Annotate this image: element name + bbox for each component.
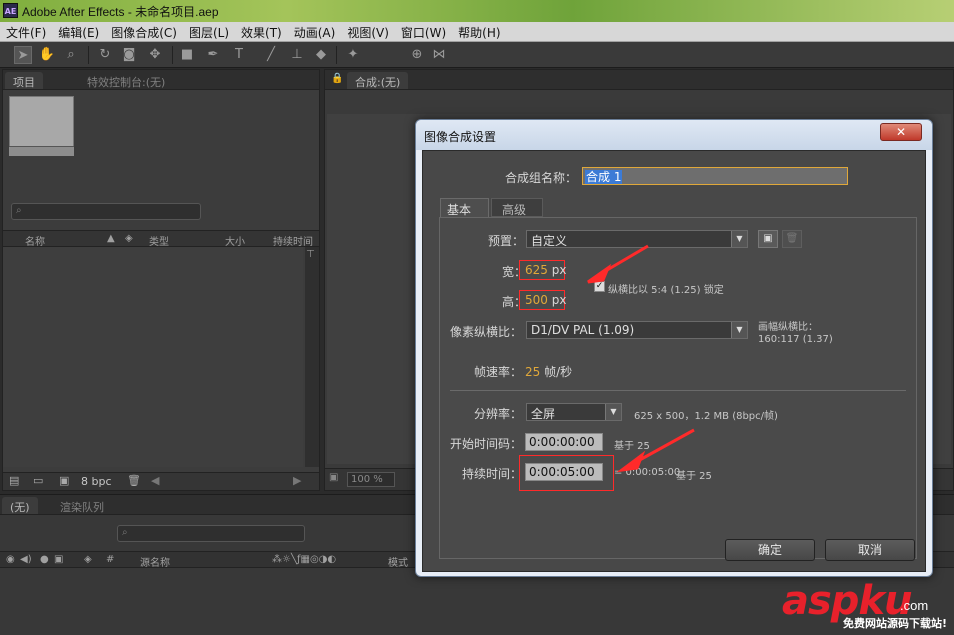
menu-animation[interactable]: 动画(A): [288, 22, 342, 41]
axis-icon[interactable]: ⊕: [408, 46, 426, 64]
dialog-titlebar: 图像合成设置 ✕: [416, 120, 932, 150]
comp-name-value: 合成 1: [585, 170, 623, 184]
puppet-icon[interactable]: ✦: [344, 46, 362, 64]
project-tabbar: 项目 特效控制台:(无): [3, 70, 319, 90]
switches-icons[interactable]: ⁂☼╲ƒ▦◎◑◐: [272, 554, 336, 565]
column-size[interactable]: 大小: [225, 233, 245, 248]
search-icon: ⌕: [122, 527, 128, 538]
pan-behind-icon[interactable]: ✥: [146, 46, 164, 64]
new-folder-icon[interactable]: ▭: [33, 474, 43, 487]
always-preview-icon[interactable]: ▣: [329, 472, 338, 483]
stamp-icon[interactable]: ⊥: [288, 46, 306, 64]
scroll-right-icon[interactable]: ▶: [293, 474, 301, 487]
sort-up-icon[interactable]: ▲: [107, 233, 115, 244]
search-icon: ⌕: [16, 205, 22, 216]
column-type[interactable]: 类型: [149, 233, 169, 248]
tab-advanced[interactable]: 高级: [491, 198, 543, 217]
menu-help[interactable]: 帮助(H): [452, 22, 506, 41]
project-column-header: 名称 ▲ ◈ 类型 大小 持续时间: [3, 230, 319, 248]
window-titlebar: AE Adobe After Effects - 未命名项目.aep: [0, 0, 954, 22]
timeline-search-input[interactable]: ⌕: [117, 525, 305, 542]
toolbar-divider: [88, 46, 89, 64]
solo-icon[interactable]: ●: [40, 554, 49, 565]
zoom-select[interactable]: 100 %: [347, 472, 395, 487]
project-panel: 项目 特效控制台:(无) ⌕ 名称 ▲ ◈ 类型 大小 持续时间 ⊤ ▤ ▭ ▣…: [2, 69, 320, 491]
comp-name-label: 合成组名称：: [505, 171, 578, 185]
layer-number-column: #: [106, 554, 115, 565]
mode-column[interactable]: 模式: [388, 554, 408, 569]
pen-icon[interactable]: ✒: [204, 46, 222, 64]
snap-icon[interactable]: ⋈: [430, 46, 448, 64]
menu-window[interactable]: 窗口(W): [395, 22, 452, 41]
column-name[interactable]: 名称: [25, 233, 45, 248]
rect-mask-icon[interactable]: ■: [178, 46, 196, 64]
arrow-to-duration: [635, 428, 695, 464]
rotate-icon[interactable]: ↻: [96, 46, 114, 64]
menu-effect[interactable]: 效果(T): [235, 22, 288, 41]
cancel-button[interactable]: 取消: [825, 539, 915, 561]
label-tag-icon[interactable]: ◈: [125, 233, 133, 244]
arrow-head-width: [587, 263, 612, 284]
tab-project[interactable]: 项目: [5, 72, 43, 89]
camera-icon[interactable]: ◙: [120, 46, 138, 64]
source-name-column[interactable]: 源名称: [140, 554, 170, 569]
dialog-title: 图像合成设置: [424, 130, 497, 144]
tab-effect-controls[interactable]: 特效控制台:(无): [79, 72, 174, 89]
watermark-dotcom: .com: [900, 598, 929, 613]
toolbar-divider: [172, 46, 173, 64]
interpret-footage-icon[interactable]: ▤: [9, 474, 19, 487]
project-scrollbar[interactable]: ⊤: [305, 247, 319, 467]
composition-settings-dialog: 图像合成设置 ✕ 合成组名称： 合成 1 基本 高级 预置： 自定义 ▼ ▣ 🗑…: [415, 119, 933, 577]
app-icon: AE: [3, 3, 18, 18]
window-title: Adobe After Effects - 未命名项目.aep: [22, 5, 219, 19]
project-thumbnail-strip: [9, 146, 74, 156]
tools-toolbar: ➤ ✋ ⌕ ↻ ◙ ✥ ■ ✒ T ╱ ⊥ ◆ ✦ ⊕ ⋈: [0, 42, 954, 68]
flowchart-icon[interactable]: ⊤: [306, 249, 315, 260]
new-comp-icon[interactable]: ▣: [59, 474, 69, 487]
tab-composition[interactable]: 合成:(无): [347, 72, 409, 89]
label-tag-icon[interactable]: ◈: [84, 554, 92, 565]
annotation-arrows: [587, 244, 695, 473]
watermark-tagline: 免费网站源码下载站!: [843, 617, 948, 630]
close-button[interactable]: ✕: [880, 123, 922, 141]
brush-icon[interactable]: ╱: [262, 46, 280, 64]
ok-button[interactable]: 确定: [725, 539, 815, 561]
menu-view[interactable]: 视图(V): [341, 22, 395, 41]
eraser-icon[interactable]: ◆: [312, 46, 330, 64]
menu-composition[interactable]: 图像合成(C): [105, 22, 183, 41]
select-arrow-icon[interactable]: ➤: [14, 46, 32, 64]
basic-settings-pane: 预置： 自定义 ▼ ▣ 🗑 宽： 625 px ✓ 纵横比以 5:4 (1.25…: [439, 217, 917, 559]
tab-timeline-none[interactable]: (无): [2, 497, 38, 514]
tab-basic[interactable]: 基本: [440, 198, 489, 218]
menu-edit[interactable]: 编辑(E): [52, 22, 105, 41]
composition-tabbar: 🔒 合成:(无): [325, 70, 953, 90]
project-search-input[interactable]: ⌕: [11, 203, 201, 220]
project-item-list[interactable]: [3, 247, 303, 467]
menu-bar: 文件(F) 编辑(E) 图像合成(C) 图层(L) 效果(T) 动画(A) 视图…: [0, 22, 954, 42]
audio-icon[interactable]: ◀): [20, 554, 32, 565]
project-footer: ▤ ▭ ▣ 8 bpc 🗑 ◀ ▶: [3, 472, 319, 490]
menu-file[interactable]: 文件(F): [0, 22, 52, 41]
arrow-head-duration: [616, 450, 646, 473]
zoom-icon[interactable]: ⌕: [62, 46, 80, 64]
trash-icon[interactable]: 🗑: [127, 474, 141, 487]
tab-render-queue[interactable]: 渲染队列: [52, 497, 112, 514]
visibility-icon[interactable]: ◉: [6, 554, 15, 565]
hand-icon[interactable]: ✋: [38, 46, 56, 64]
bit-depth-label[interactable]: 8 bpc: [81, 475, 112, 488]
comp-name-input[interactable]: 合成 1: [582, 167, 848, 185]
lock-icon[interactable]: 🔒: [331, 73, 343, 84]
lock-icon[interactable]: ▣: [54, 554, 63, 565]
dialog-body: 合成组名称： 合成 1 基本 高级 预置： 自定义 ▼ ▣ 🗑 宽： 625 p…: [422, 150, 926, 572]
column-duration[interactable]: 持续时间: [273, 233, 313, 248]
toolbar-divider: [336, 46, 337, 64]
text-icon[interactable]: T: [230, 46, 248, 64]
scroll-left-icon[interactable]: ◀: [151, 474, 159, 487]
menu-layer[interactable]: 图层(L): [183, 22, 235, 41]
